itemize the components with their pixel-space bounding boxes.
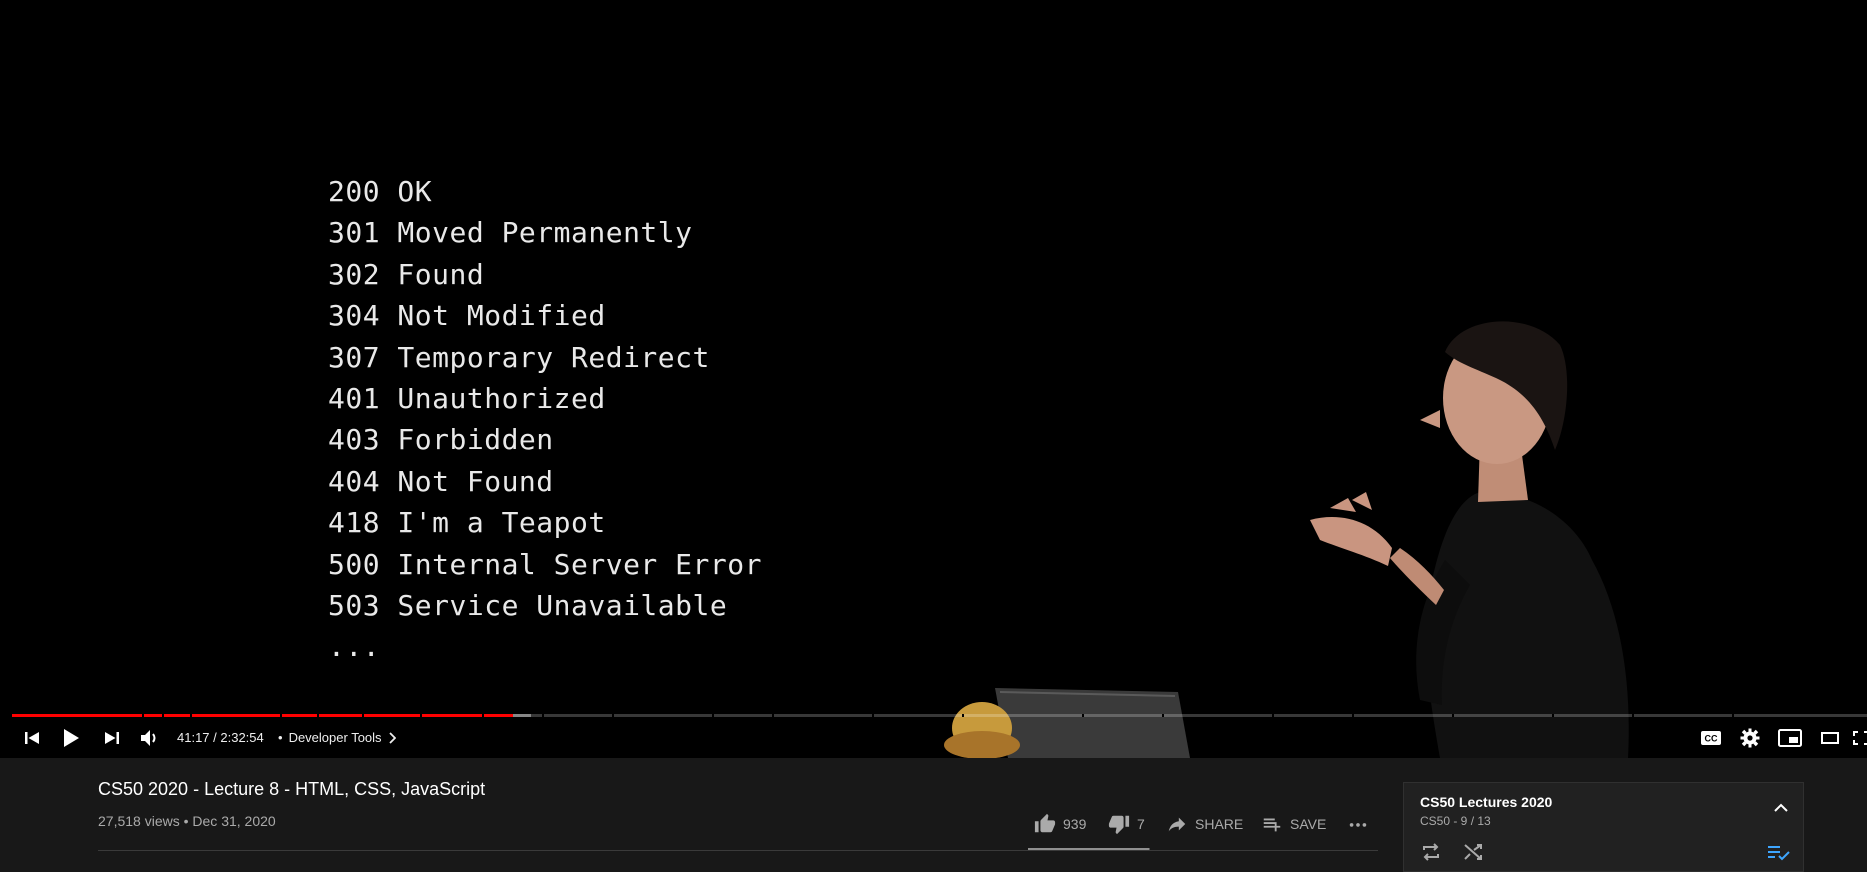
chevron-right-icon [388, 732, 396, 744]
divider [98, 850, 1378, 851]
gear-icon[interactable] [1738, 726, 1762, 750]
playlist-subtitle: CS50 - 9 / 13 [1420, 814, 1491, 828]
more-actions-button[interactable] [1347, 813, 1369, 835]
progress-bar[interactable] [12, 714, 1867, 717]
chapter-marker [1272, 714, 1274, 717]
video-meta: 27,518 views • Dec 31, 2020 [98, 813, 276, 829]
chapter-marker [317, 714, 319, 717]
theater-mode-icon[interactable] [1818, 727, 1842, 749]
playlist-panel: CS50 Lectures 2020 CS50 - 9 / 13 [1403, 782, 1804, 872]
dislike-button[interactable]: 7 [1108, 813, 1145, 835]
share-icon [1168, 817, 1186, 832]
chapter-marker [612, 714, 614, 717]
chapter-marker [420, 714, 422, 717]
like-count: 939 [1063, 816, 1087, 832]
chapter-separator: • [278, 730, 283, 745]
chapter-marker [1552, 714, 1554, 717]
chapter-marker [162, 714, 164, 717]
played-bar [12, 714, 513, 717]
chapter-marker [1352, 714, 1354, 717]
share-button[interactable]: SHARE [1166, 813, 1243, 835]
chapter-marker [142, 714, 144, 717]
save-label: SAVE [1290, 816, 1327, 832]
chapter-marker [872, 714, 874, 717]
chapter-marker [1732, 714, 1734, 717]
loop-icon[interactable] [1420, 841, 1442, 863]
time-display: 41:17 / 2:32:54 [177, 730, 264, 745]
chapter-marker [712, 714, 714, 717]
playlist-title[interactable]: CS50 Lectures 2020 [1420, 794, 1552, 810]
video-player[interactable]: 200 OK 301 Moved Permanently 302 Found 3… [0, 0, 1867, 758]
skip-previous-icon[interactable] [20, 727, 44, 749]
chapter-marker [962, 714, 964, 717]
presenter-figure [944, 321, 1629, 758]
cc-icon[interactable]: CC [1699, 727, 1723, 749]
meta-separator: • [183, 813, 189, 829]
dislike-count: 7 [1137, 816, 1145, 832]
share-label: SHARE [1195, 816, 1244, 832]
chapter-marker [482, 714, 484, 717]
view-count: 27,518 views [98, 813, 180, 829]
upload-date: Dec 31, 2020 [192, 813, 276, 829]
chapter-marker [362, 714, 364, 717]
chapter-title-button[interactable]: • Developer Tools [278, 729, 396, 747]
chapter-marker [1162, 714, 1164, 717]
thumbs-down-icon [1108, 815, 1130, 835]
playlist-saved-icon[interactable] [1766, 841, 1792, 863]
volume-icon[interactable] [137, 727, 163, 749]
chapter-marker [190, 714, 192, 717]
video-title: CS50 2020 - Lecture 8 - HTML, CSS, JavaS… [98, 779, 486, 799]
like-button[interactable]: 939 [1034, 813, 1086, 835]
chevron-up-icon[interactable] [1771, 797, 1791, 817]
playlist-add-icon [1263, 818, 1281, 832]
shuffle-icon[interactable] [1462, 841, 1484, 863]
miniplayer-icon[interactable] [1777, 727, 1803, 749]
chapter-marker [1082, 714, 1084, 717]
thumbs-up-icon [1034, 813, 1056, 833]
chapter-marker [1632, 714, 1634, 717]
play-icon[interactable] [58, 726, 84, 750]
chapter-marker [280, 714, 282, 717]
svg-text:CC: CC [1705, 734, 1718, 744]
chapter-label: Developer Tools [288, 730, 382, 745]
chapter-marker [1452, 714, 1454, 717]
save-button[interactable]: SAVE [1261, 813, 1326, 835]
chapter-marker [542, 714, 544, 717]
chapter-marker [772, 714, 774, 717]
fullscreen-icon[interactable] [1852, 727, 1867, 749]
skip-next-icon[interactable] [100, 727, 124, 749]
more-horizontal-icon [1349, 823, 1367, 827]
